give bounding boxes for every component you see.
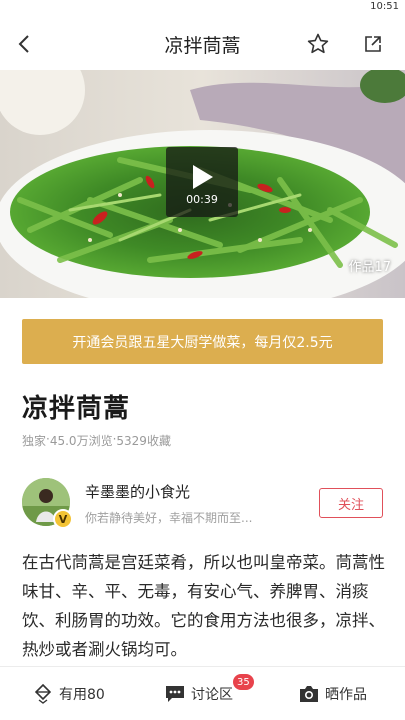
share-icon — [365, 36, 381, 52]
play-button[interactable]: 00:39 — [166, 147, 238, 217]
status-time: 10:51 — [370, 1, 399, 12]
page-title: 凉拌茼蒿 — [164, 35, 241, 57]
comment-label: 讨论区 — [191, 687, 233, 703]
comment-icon — [164, 683, 186, 705]
camera-icon — [298, 683, 320, 705]
works-count-badge[interactable]: 作品17 — [348, 256, 391, 275]
favorite-button[interactable] — [303, 29, 333, 59]
status-bar: 10:51 — [0, 0, 405, 16]
author-name[interactable]: 辛墨墨的小食光 — [85, 481, 190, 502]
follow-button[interactable]: 关注 — [319, 488, 383, 518]
diamond-icon — [32, 683, 54, 705]
video-duration: 00:39 — [186, 193, 218, 206]
post-work-button[interactable]: 晒作品 — [298, 667, 367, 720]
comment-count-badge: 35 — [233, 674, 254, 690]
top-nav: 凉拌茼蒿 — [0, 16, 405, 70]
recipe-description: 在古代茼蒿是宫廷菜肴，所以也叫皇帝菜。茼蒿性味甘、辛、平、无毒，有安心气、养脾胃… — [22, 553, 385, 659]
useful-label: 有用80 — [59, 687, 105, 703]
star-icon — [307, 33, 329, 54]
bottom-bar: 有用80 讨论区 35 晒作品 — [0, 666, 405, 720]
verified-badge: V — [53, 509, 73, 529]
vip-banner[interactable]: 开通会员跟五星大厨学做菜，每月仅2.5元 — [22, 319, 383, 364]
recipe-title: 凉拌茼蒿 — [22, 394, 131, 424]
recipe-meta: 独家 · 45.0万浏览 · 5329收藏 — [22, 432, 171, 449]
author-bio: 你若静待美好，幸福不期而至... — [85, 511, 253, 525]
share-button[interactable] — [358, 29, 388, 59]
meta-views: 45.0万浏览 — [49, 434, 113, 448]
back-button[interactable] — [10, 30, 38, 58]
post-work-label: 晒作品 — [325, 687, 367, 703]
back-arrow-icon — [18, 35, 29, 53]
comment-button[interactable]: 讨论区 — [164, 667, 233, 720]
meta-favorites: 5329收藏 — [116, 434, 171, 448]
recipe-video[interactable]: 00:39 作品17 — [0, 70, 405, 298]
useful-button[interactable]: 有用80 — [32, 667, 105, 720]
meta-exclusive: 独家 — [22, 434, 47, 448]
play-icon — [193, 165, 213, 189]
